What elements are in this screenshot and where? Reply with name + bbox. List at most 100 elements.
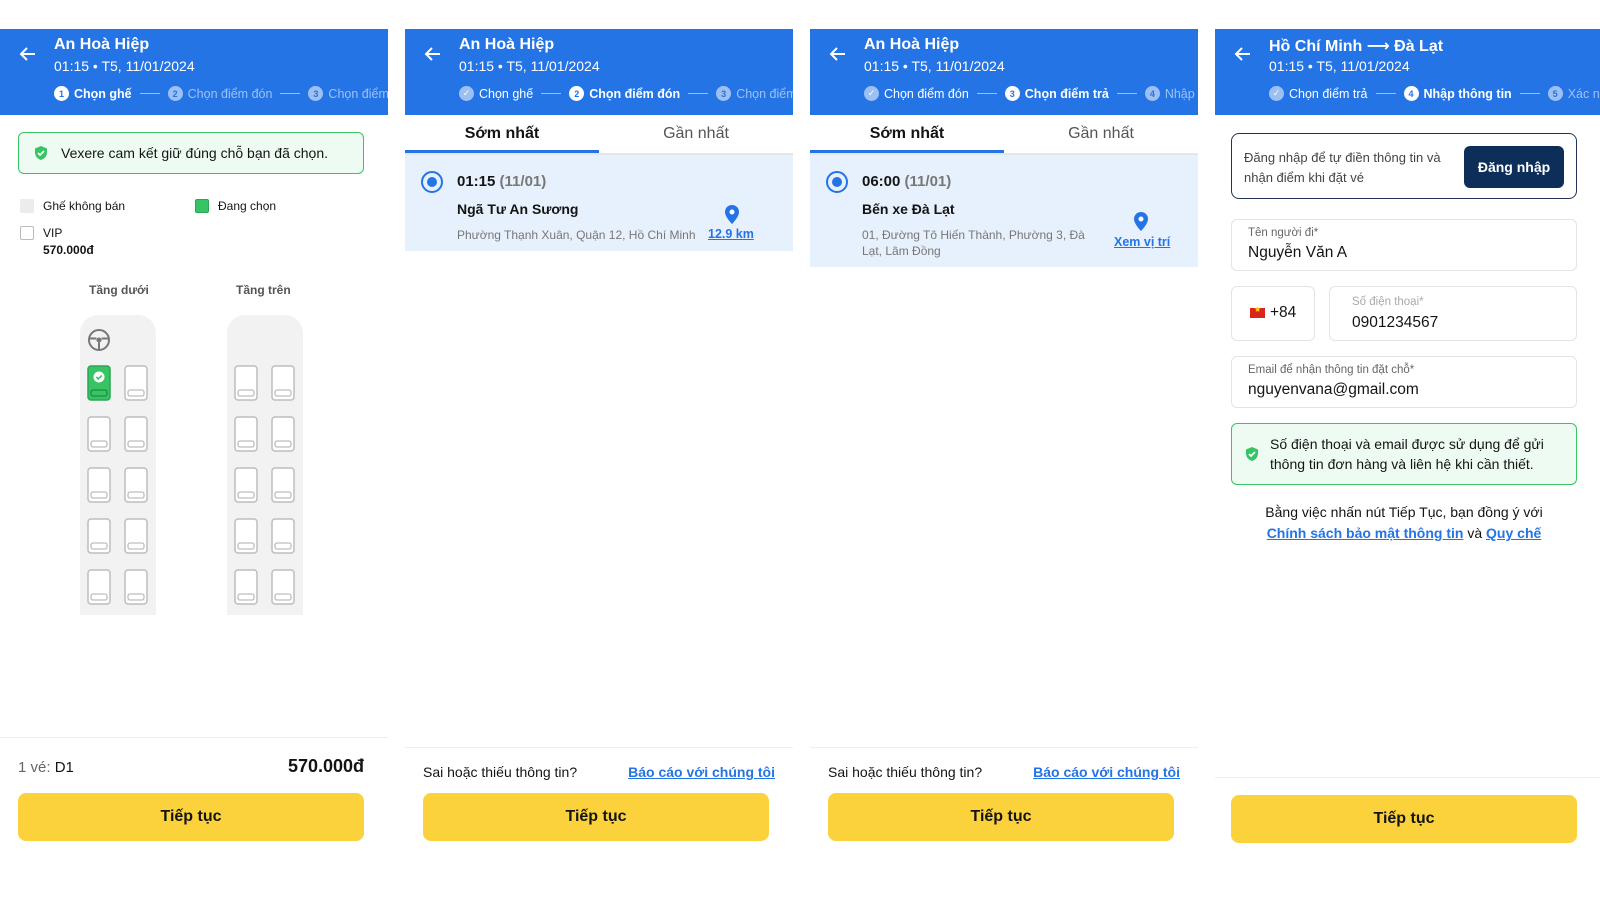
seat-selected-icon[interactable] [87,365,111,401]
seat-icon[interactable] [124,518,148,554]
bottom-divider [0,737,388,738]
country-code-select[interactable]: +84 [1231,286,1315,341]
phone-value[interactable]: 0901234567 [1352,314,1438,332]
continue-button[interactable]: Tiếp tục [423,793,769,841]
arrow-left-icon[interactable] [18,44,38,64]
seat-icon[interactable] [124,416,148,452]
bottom-divider [405,747,793,748]
radio-selected[interactable] [826,171,848,193]
seat-icon[interactable] [87,416,111,452]
radio-selected[interactable] [421,171,443,193]
map-pin-icon [725,205,739,224]
step-separator [688,93,709,94]
seat-icon[interactable] [87,518,111,554]
trip-subtitle: 01:15 • T5, 11/01/2024 [54,58,195,74]
report-link[interactable]: Báo cáo với chúng tôi [628,764,775,780]
legend-selected: Đang chọn [195,199,276,213]
arrow-left-icon[interactable] [1233,44,1253,64]
seat-icon[interactable] [234,518,258,554]
step-4[interactable]: 4 Nhập [1144,86,1195,101]
header: An Hoà Hiệp 01:15 • T5, 11/01/2024 ✓ Chọn… [810,29,1198,115]
step-4[interactable]: 4 Nhập thông tin [1403,86,1512,101]
seat-icon[interactable] [234,467,258,503]
name-value[interactable]: Nguyễn Văn A [1248,244,1347,262]
point-time: 01:15 [457,173,496,190]
pickup-point-item[interactable]: 01:15 (11/01) Ngã Tư An Sương Phường Thạ… [405,155,793,251]
tab-earliest[interactable]: Sớm nhất [405,115,599,153]
step-separator [280,93,301,94]
report-row: Sai hoặc thiếu thông tin? Báo cáo với ch… [828,764,1180,780]
trip-title: An Hoà Hiệp [864,36,960,53]
seat-icon[interactable] [124,365,148,401]
step-1[interactable]: 1 Chọn ghế [54,86,132,101]
vietnam-flag-icon [1250,305,1265,318]
seat-icon[interactable] [271,467,295,503]
distance-link[interactable]: 12.9 km [708,227,754,241]
trip-subtitle: 01:15 • T5, 11/01/2024 [1269,58,1410,74]
step-2[interactable]: 2 Chọn điểm đón [569,86,680,101]
step-5[interactable]: 5Xác nh [1547,86,1600,101]
total-price: 570.000đ [287,756,364,776]
report-link[interactable]: Báo cáo với chúng tôi [1033,764,1180,780]
dropoff-point-item[interactable]: 06:00 (11/01) Bến xe Đà Lạt 01, Đường Tô… [810,155,1198,267]
arrow-left-icon[interactable] [828,44,848,64]
pickup-point-screen: An Hoà Hiệp 01:15 • T5, 11/01/2024 ✓ Chọn… [405,29,793,891]
step-3[interactable]: 3 Chọn điểm [716,86,793,101]
seat-icon[interactable] [124,569,148,605]
seat-icon[interactable] [87,467,111,503]
vip-price: 570.000đ [43,243,94,257]
point-date: (11/01) [499,173,547,190]
phone-field[interactable]: Số điện thoại* 0901234567 [1329,286,1577,341]
tab-nearest[interactable]: Gần nhất [1004,115,1198,153]
seat-icon[interactable] [271,416,295,452]
report-row: Sai hoặc thiếu thông tin? Báo cáo với ch… [423,764,775,780]
continue-button[interactable]: Tiếp tục [18,793,364,841]
step-3[interactable]: ✓ Chọn điểm trả [1269,86,1368,101]
seat-icon[interactable] [271,365,295,401]
login-card: Đăng nhập để tự điền thông tin và nhận đ… [1231,133,1577,199]
email-value[interactable]: nguyenvana@gmail.com [1248,381,1419,399]
rules-link[interactable]: Quy chế [1486,525,1541,541]
stepper: ✓ Chọn điểm đón 3 Chọn điểm trả 4 Nhập [864,86,1195,101]
stepper: ✓Chọn điểm trả 4Nhập thông tin 5Xác nh [1269,86,1600,101]
email-label: Email để nhận thông tin đặt chỗ* [1248,364,1415,376]
check-shield-icon [35,146,47,160]
seat-icon[interactable] [234,365,258,401]
seat-icon[interactable] [234,416,258,452]
seat-icon[interactable] [271,518,295,554]
view-location-link[interactable]: Xem vị trí [1114,235,1170,249]
sort-tabs: Sớm nhất Gần nhất [405,115,793,155]
tab-earliest[interactable]: Sớm nhất [810,115,1004,153]
step-separator [1375,93,1396,94]
header: An Hoà Hiệp 01:15 • T5, 11/01/2024 1 Chọn… [0,29,388,115]
email-field[interactable]: Email để nhận thông tin đặt chỗ* nguyenv… [1231,356,1577,408]
tab-nearest[interactable]: Gần nhất [599,115,793,153]
seat-icon[interactable] [87,569,111,605]
step-3[interactable]: 3 Chọn điểm trả [1004,86,1109,101]
step-2[interactable]: 2 Chọn điểm đón [167,86,272,101]
seat-icon[interactable] [271,569,295,605]
step-2[interactable]: ✓ Chọn điểm đón [864,86,969,101]
continue-button[interactable]: Tiếp tục [1231,795,1577,843]
legend-vip: VIP 570.000đ [20,226,94,257]
seat-icon[interactable] [234,569,258,605]
header: Hồ Chí Minh ⟶ Đà Lạt 01:15 • T5, 11/01/2… [1215,29,1600,115]
arrow-left-icon[interactable] [423,44,443,64]
step-3[interactable]: 3 Chọn điểm [308,86,388,101]
steering-wheel-icon [88,329,110,351]
seat-icon[interactable] [124,467,148,503]
policy-agreement: Bằng việc nhấn nút Tiếp Tục, bạn đồng ý … [1265,504,1543,541]
point-name: Bến xe Đà Lạt [862,201,955,217]
point-date: (11/01) [904,173,952,190]
lower-deck [80,315,156,615]
privacy-policy-link[interactable]: Chính sách bảo mật thông tin [1267,525,1464,541]
trip-subtitle: 01:15 • T5, 11/01/2024 [459,58,600,74]
point-address: 01, Đường Tô Hiến Thành, Phường 3, Đà Lạ… [862,228,1085,258]
login-button[interactable]: Đăng nhập [1464,146,1564,188]
seat-selection-screen: An Hoà Hiệp 01:15 • T5, 11/01/2024 1 Chọn… [0,29,388,891]
trip-subtitle: 01:15 • T5, 11/01/2024 [864,58,1005,74]
map-pin-icon [1134,212,1148,231]
passenger-name-field[interactable]: Tên người đi* Nguyễn Văn A [1231,219,1577,271]
step-1[interactable]: ✓ Chọn ghế [459,86,533,101]
continue-button[interactable]: Tiếp tục [828,793,1174,841]
